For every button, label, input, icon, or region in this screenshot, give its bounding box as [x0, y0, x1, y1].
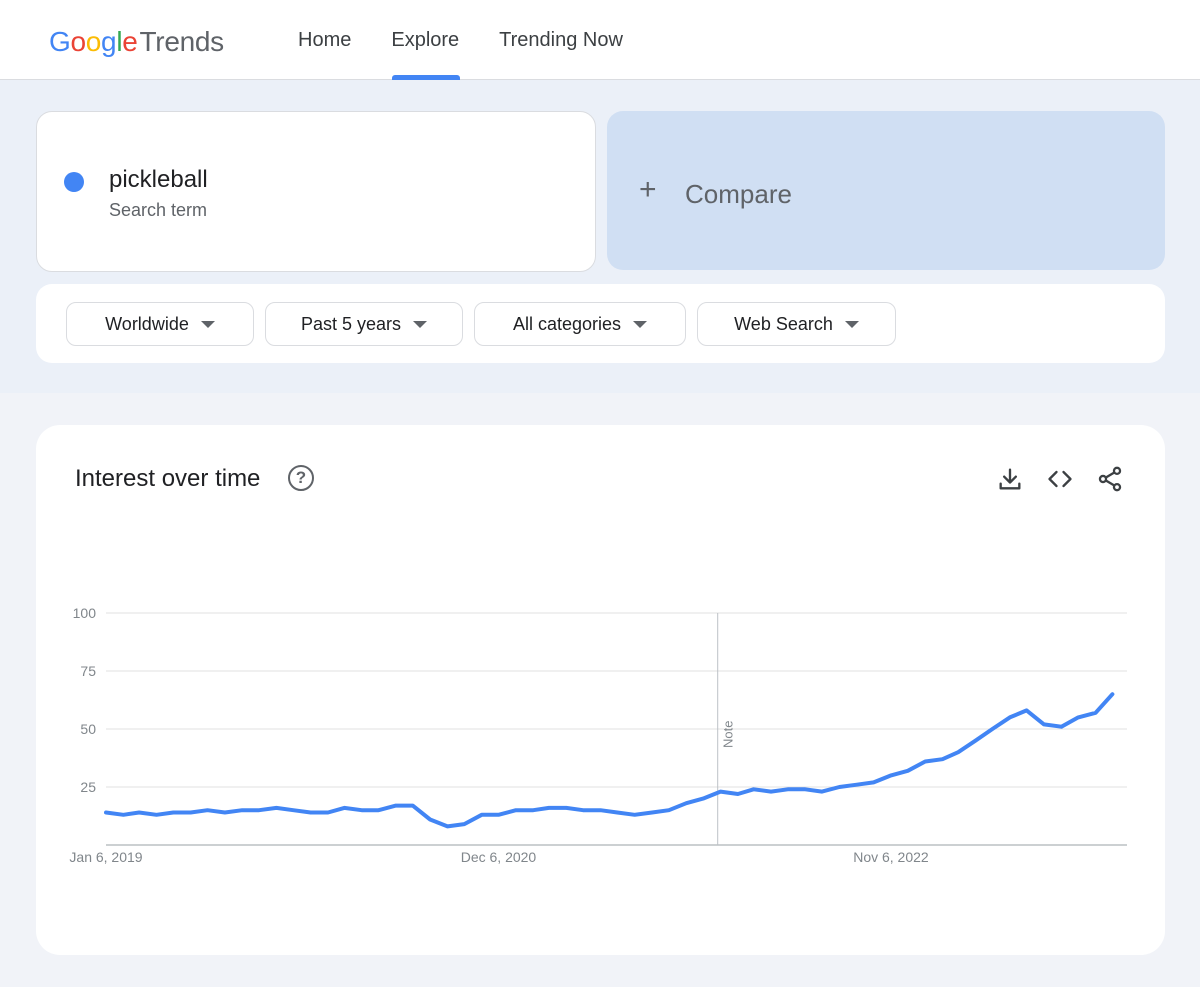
x-tick-label: Jan 6, 2019	[69, 849, 142, 865]
region-dropdown[interactable]: Worldwide	[66, 302, 254, 346]
note-label: Note	[721, 721, 736, 748]
logo-letter: g	[101, 26, 117, 57]
region-value: Worldwide	[105, 313, 189, 334]
category-dropdown[interactable]: All categories	[474, 302, 686, 346]
search-term-type: Search term	[109, 200, 208, 220]
compare-label: Compare	[685, 179, 792, 209]
search-term-card[interactable]: pickleball Search term	[36, 111, 596, 272]
compare-button[interactable]: + Compare	[607, 111, 1165, 270]
nav-trending-now[interactable]: Trending Now	[479, 0, 643, 80]
search-type-dropdown[interactable]: Web Search	[697, 302, 896, 346]
y-tick-label: 50	[80, 721, 96, 737]
y-tick-label: 25	[80, 779, 96, 795]
filter-bar: Worldwide Past 5 years All categories We…	[36, 284, 1165, 363]
interest-line-chart[interactable]: Note 25 50 75 100 Jan 6, 2019 Dec 6, 2020 Nov …	[36, 425, 1165, 955]
plus-icon: +	[639, 173, 657, 206]
category-value: All categories	[512, 313, 622, 334]
logo-letter: o	[70, 26, 86, 57]
y-tick-label: 75	[80, 663, 96, 679]
logo-letter: e	[122, 26, 138, 57]
dropdown-arrow-icon	[633, 320, 648, 328]
logo-trends-text: Trends	[139, 26, 225, 57]
time-range-dropdown[interactable]: Past 5 years	[265, 302, 463, 346]
logo-letter: G	[49, 26, 71, 57]
dropdown-arrow-icon	[413, 320, 428, 328]
dropdown-arrow-icon	[200, 320, 215, 328]
x-tick-label: Nov 6, 2022	[853, 849, 929, 865]
series-line	[104, 692, 1115, 829]
main-nav: Home Explore Trending Now	[278, 0, 643, 80]
dropdown-arrow-icon	[844, 320, 859, 328]
time-range-value: Past 5 years	[300, 313, 402, 334]
interest-over-time-card: Interest over time ? Note 25 50 75 100 Jan 6…	[36, 425, 1165, 955]
search-term-name[interactable]: pickleball	[109, 166, 208, 194]
y-tick-label: 100	[73, 605, 97, 621]
nav-explore[interactable]: Explore	[371, 0, 479, 80]
nav-home[interactable]: Home	[278, 0, 371, 80]
x-tick-label: Dec 6, 2020	[461, 849, 537, 865]
active-tab-indicator	[392, 75, 460, 80]
logo-letter: o	[85, 26, 102, 57]
term-color-dot	[64, 172, 84, 192]
google-trends-logo[interactable]: GoogleTrends	[49, 26, 224, 58]
search-type-value: Web Search	[734, 313, 833, 334]
top-header: GoogleTrends Home Explore Trending Now	[0, 0, 1200, 80]
